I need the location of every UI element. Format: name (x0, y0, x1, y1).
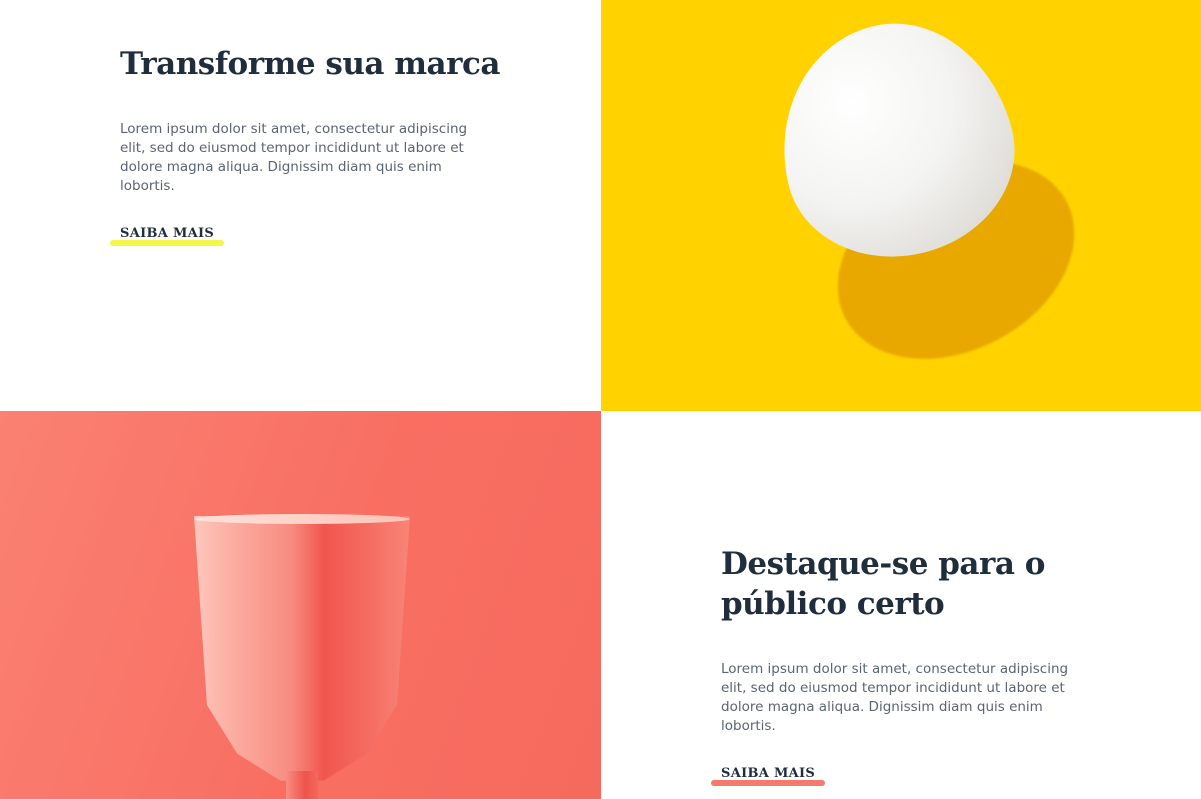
feature-text-block-2: Destaque-se para o público certo Lorem i… (711, 544, 1101, 786)
feature-grid: Transforme sua marca Lorem ipsum dolor s… (0, 0, 1201, 799)
saiba-mais-label: SAIBA MAIS (120, 226, 215, 241)
cup-stem (286, 771, 318, 799)
feature-description: Lorem ipsum dolor sit amet, consectetur … (721, 661, 1069, 734)
feature-text-block-1: Transforme sua marca Lorem ipsum dolor s… (110, 44, 500, 246)
saiba-mais-label: SAIBA MAIS (721, 766, 816, 781)
cup-image (0, 411, 601, 799)
feature-description: Lorem ipsum dolor sit amet, consectetur … (120, 121, 468, 194)
saiba-mais-link[interactable]: SAIBA MAIS (711, 766, 826, 786)
feature-text-panel-2: Destaque-se para o público certo Lorem i… (601, 411, 1201, 799)
egg-image (601, 0, 1201, 411)
cup-rim (194, 514, 410, 524)
saiba-mais-link[interactable]: SAIBA MAIS (110, 226, 225, 246)
feature-heading: Transforme sua marca (120, 46, 500, 82)
feature-heading: Destaque-se para o público certo (721, 546, 1045, 622)
feature-text-panel-1: Transforme sua marca Lorem ipsum dolor s… (0, 0, 601, 411)
